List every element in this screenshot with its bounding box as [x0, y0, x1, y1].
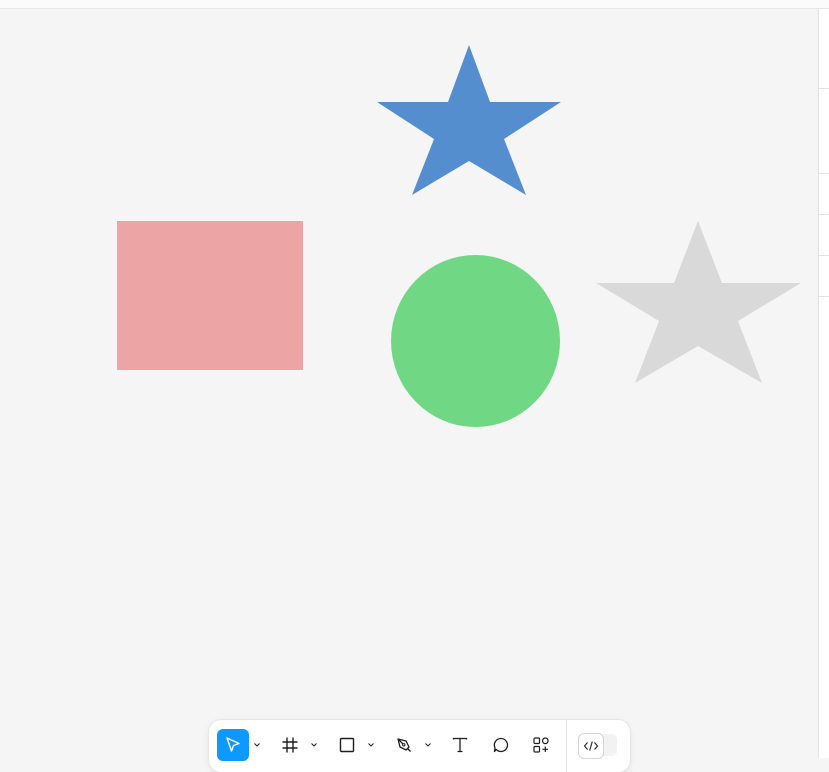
cursor-arrow-icon	[226, 737, 240, 752]
chevron-down-icon	[254, 743, 260, 747]
chevron-down-icon	[425, 743, 431, 747]
top-bar	[0, 0, 829, 9]
toolbar-divider	[566, 720, 567, 772]
right-properties-panel	[818, 9, 829, 758]
star-shape-blue[interactable]	[377, 45, 561, 195]
text-t-icon	[452, 737, 468, 753]
shapes-plus-icon	[533, 737, 549, 753]
panel-divider	[819, 296, 829, 297]
chevron-down-icon	[311, 743, 317, 747]
dev-mode-toggle[interactable]	[578, 733, 604, 759]
resources-tool-button[interactable]	[525, 729, 557, 761]
rectangle-icon	[339, 737, 355, 753]
text-tool-button[interactable]	[444, 729, 476, 761]
pen-tool-button[interactable]	[388, 729, 420, 761]
star-shape-grey[interactable]	[596, 221, 801, 383]
shape-tool-button[interactable]	[331, 729, 363, 761]
panel-divider	[819, 173, 829, 174]
pen-nib-icon	[397, 738, 411, 752]
frame-hash-icon	[282, 737, 298, 753]
chevron-down-icon	[368, 743, 374, 747]
comment-bubble-icon	[493, 737, 509, 753]
circle-shape[interactable]	[391, 255, 560, 427]
shape-tool-menu-caret[interactable]	[366, 738, 376, 752]
frame-tool-button[interactable]	[274, 729, 306, 761]
bottom-toolbar	[209, 720, 630, 772]
panel-divider	[819, 214, 829, 215]
dev-mode-toggle-track[interactable]	[603, 734, 617, 756]
panel-divider	[819, 255, 829, 256]
panel-divider	[819, 88, 829, 89]
frame-tool-menu-caret[interactable]	[309, 738, 319, 752]
move-tool-button[interactable]	[217, 729, 249, 761]
comment-tool-button[interactable]	[485, 729, 517, 761]
pen-tool-menu-caret[interactable]	[423, 738, 433, 752]
move-tool-menu-caret[interactable]	[252, 738, 262, 752]
code-brackets-icon	[583, 741, 599, 751]
design-canvas[interactable]	[0, 9, 818, 758]
rectangle-shape[interactable]	[117, 221, 303, 370]
